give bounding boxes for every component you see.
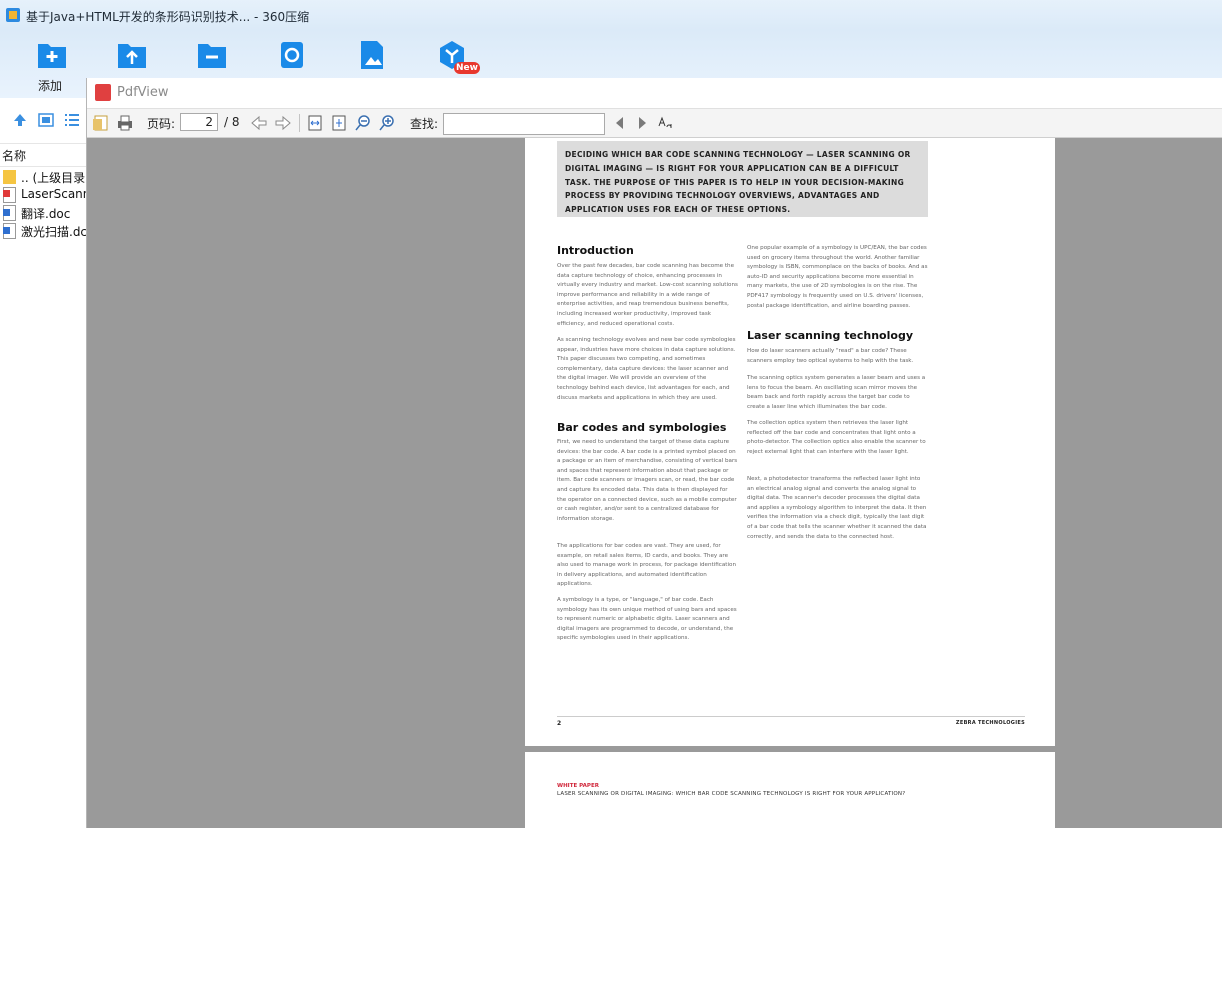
add-icon[interactable] <box>35 38 69 72</box>
extract-icon[interactable] <box>115 38 149 72</box>
paragraph: The scanning optics system generates a l… <box>747 375 926 410</box>
paragraph: As scanning technology evolves and new b… <box>557 337 736 401</box>
find-previous-icon[interactable] <box>611 114 629 132</box>
doc-file-icon <box>3 223 16 239</box>
zoom-out-icon[interactable] <box>354 114 372 132</box>
file-row-laserscann[interactable]: LaserScann <box>0 186 86 204</box>
add-label: 添加 <box>38 79 63 93</box>
column-header-name[interactable]: 名称 <box>0 143 86 167</box>
pdf-file-icon <box>3 187 16 203</box>
paragraph: First, we need to understand the target … <box>557 439 738 522</box>
view-icon[interactable] <box>38 112 54 128</box>
up-arrow-icon[interactable] <box>12 112 28 128</box>
doc-file-icon <box>3 205 16 221</box>
fit-page-icon[interactable] <box>330 114 348 132</box>
file-name: 翻译.doc <box>21 207 71 221</box>
previous-page-icon[interactable] <box>250 114 268 132</box>
find-label: 查找: <box>410 117 439 131</box>
delete-icon[interactable] <box>195 38 229 72</box>
page-total: / 8 <box>224 115 240 129</box>
paragraph: The applications for bar codes are vast.… <box>557 543 737 588</box>
toolbar-separator <box>299 114 300 132</box>
pdf-app-icon <box>95 84 111 101</box>
find-next-icon[interactable] <box>633 114 651 132</box>
match-case-icon[interactable] <box>657 114 675 132</box>
page-label: 页码: <box>147 117 176 131</box>
open-file-icon[interactable] <box>92 114 110 132</box>
footer-rule <box>557 716 1025 717</box>
window-title: 基于Java+HTML开发的条形码识别技术... - 360压缩 <box>26 10 310 24</box>
window-titlebar: 基于Java+HTML开发的条形码识别技术... - 360压缩 <box>0 0 1222 30</box>
section-heading: Introduction <box>557 244 634 257</box>
scan-icon[interactable] <box>275 38 309 72</box>
pdfview-titlebar: PdfView <box>87 78 1222 109</box>
footer-brand: ZEBRA TECHNOLOGIES <box>955 720 1025 726</box>
fit-width-icon[interactable] <box>306 114 324 132</box>
paragraph: The collection optics system then retrie… <box>747 420 926 455</box>
file-row-parent[interactable]: .. (上级目录) <box>0 168 86 186</box>
next-page-icon[interactable] <box>274 114 292 132</box>
new-badge: New <box>454 62 480 74</box>
callout-box: DECIDING WHICH BAR CODE SCANNING TECHNOL… <box>557 141 928 217</box>
file-name: .. (上级目录) <box>21 171 86 185</box>
pdfview-title: PdfView <box>117 85 169 100</box>
zip-image-icon[interactable] <box>355 38 389 72</box>
paragraph: A symbology is a type, or "language," of… <box>557 597 737 642</box>
360zip-icon <box>6 8 20 22</box>
zoom-in-icon[interactable] <box>378 114 396 132</box>
paragraph: One popular example of a symbology is UP… <box>747 245 928 309</box>
paragraph: Over the past few decades, bar code scan… <box>557 263 738 327</box>
print-icon[interactable] <box>116 114 134 132</box>
section-heading: Bar codes and symbologies <box>557 421 727 434</box>
page-number-input[interactable]: 2 <box>180 113 218 131</box>
column-header-label: 名称 <box>2 149 27 163</box>
list-view-icon[interactable] <box>64 112 80 128</box>
page-header-subtitle: LASER SCANNING OR DIGITAL IMAGING: WHICH… <box>557 791 906 797</box>
pdfview-toolbar: 页码: 2 / 8 查找: <box>87 109 1222 138</box>
section-heading: Laser scanning technology <box>747 329 913 342</box>
file-row-laser-scan[interactable]: 激光扫描.dc <box>0 222 86 240</box>
pdf-page-next: WHITE PAPER LASER SCANNING OR DIGITAL IM… <box>525 752 1055 828</box>
find-input[interactable] <box>443 113 605 135</box>
page-header-label: WHITE PAPER <box>557 783 599 789</box>
folder-icon <box>3 170 16 184</box>
paragraph: Next, a photodetector transforms the ref… <box>747 476 927 540</box>
nav-bar <box>0 108 86 132</box>
file-row-translation[interactable]: 翻译.doc <box>0 204 86 222</box>
file-name: 激光扫描.dc <box>21 225 86 239</box>
pdf-page: DECIDING WHICH BAR CODE SCANNING TECHNOL… <box>525 138 1055 746</box>
page-number: 2 <box>557 720 562 727</box>
file-name: LaserScann <box>21 187 86 201</box>
paragraph: How do laser scanners actually "read" a … <box>747 348 914 364</box>
pdfview-window: PdfView 页码: 2 / 8 查找: DECIDING WHICH BAR… <box>86 78 1222 828</box>
